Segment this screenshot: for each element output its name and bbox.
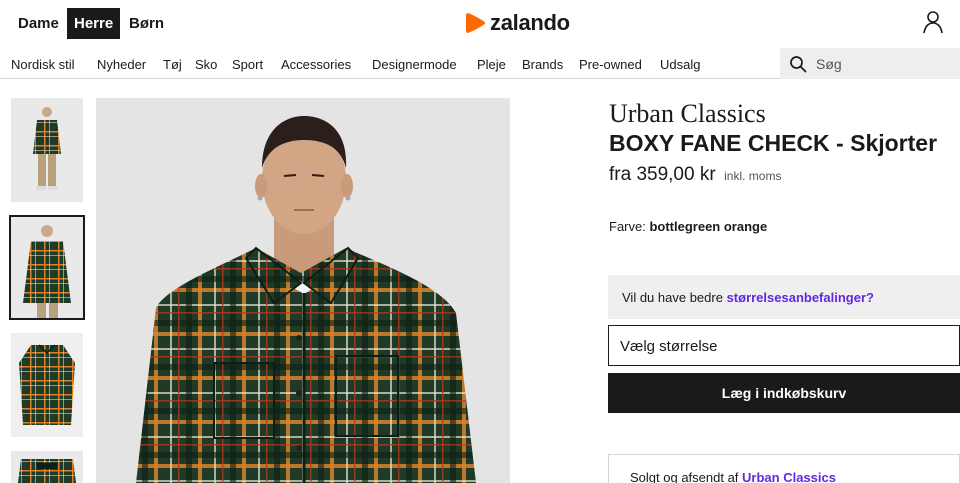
gender-tab-born[interactable]: Børn [122,8,171,39]
product-price: fra 359,00 kr [609,164,716,185]
thumbnail-image [11,451,83,483]
nav-item-udsalg[interactable]: Udsalg [660,57,700,72]
product-photo [96,98,510,483]
size-recommendation-banner: Vil du have bedre størrelsesanbefalinger… [608,275,960,319]
nav-item-sko[interactable]: Sko [195,57,217,72]
zalando-logo[interactable]: zalando [465,10,570,36]
color-row: Farve: bottlegreen orange [609,219,767,234]
search-icon [790,55,807,72]
user-icon[interactable] [922,10,944,34]
main-product-image[interactable] [96,98,510,483]
thumbnail-image [11,217,83,318]
color-value: bottlegreen orange [649,219,768,234]
nav-item-brands[interactable]: Brands [522,57,563,72]
search-input[interactable] [816,55,956,72]
size-recommendation-text: Vil du have bedre [622,290,727,305]
size-recommendation-link[interactable]: størrelsesanbefalinger? [727,290,874,305]
gallery-thumbnail-3[interactable] [11,333,83,437]
logo-text: zalando [490,10,570,35]
gender-tab-herre[interactable]: Herre [67,8,121,39]
nav-item-pleje[interactable]: Pleje [477,57,506,72]
search-bar[interactable] [780,48,960,79]
product-brand[interactable]: Urban Classics [609,99,766,129]
nav-item-designermode[interactable]: Designermode [372,57,457,72]
nav-item-nordisk-stil[interactable]: Nordisk stil [11,57,75,72]
seller-link[interactable]: Urban Classics [742,470,836,483]
gallery-thumbnail-2[interactable] [9,215,85,320]
category-nav: Nordisk stil Nyheder Tøj Sko Sport Acces… [0,48,960,79]
nav-item-accessories[interactable]: Accessories [281,57,351,72]
nav-item-pre-owned[interactable]: Pre-owned [579,57,642,72]
thumbnail-image [11,333,83,437]
gallery-thumbnail-4[interactable] [11,451,83,483]
color-label: Farve: [609,219,646,234]
thumbnail-image [11,98,83,202]
size-select[interactable]: Vælg størrelse [608,325,960,366]
gender-tab-dame[interactable]: Dame [11,8,66,39]
nav-item-toj[interactable]: Tøj [163,57,182,72]
nav-item-nyheder[interactable]: Nyheder [97,57,146,72]
add-to-cart-button[interactable]: Læg i indkøbskurv [608,373,960,413]
seller-info: Solgt og afsendt af Urban Classics [608,454,960,483]
zalando-logo-icon [466,13,486,33]
size-select-placeholder: Vælg størrelse [620,338,718,355]
nav-item-sport[interactable]: Sport [232,57,263,72]
gallery-thumbnail-1[interactable] [11,98,83,202]
price-row: fra 359,00 kr inkl. moms [609,164,781,186]
vat-note: inkl. moms [724,169,782,183]
product-title: BOXY FANE CHECK - Skjorter [609,130,938,156]
top-bar: Dame Herre Børn zalando [0,0,960,46]
seller-text: Solgt og afsendt af [630,470,743,483]
